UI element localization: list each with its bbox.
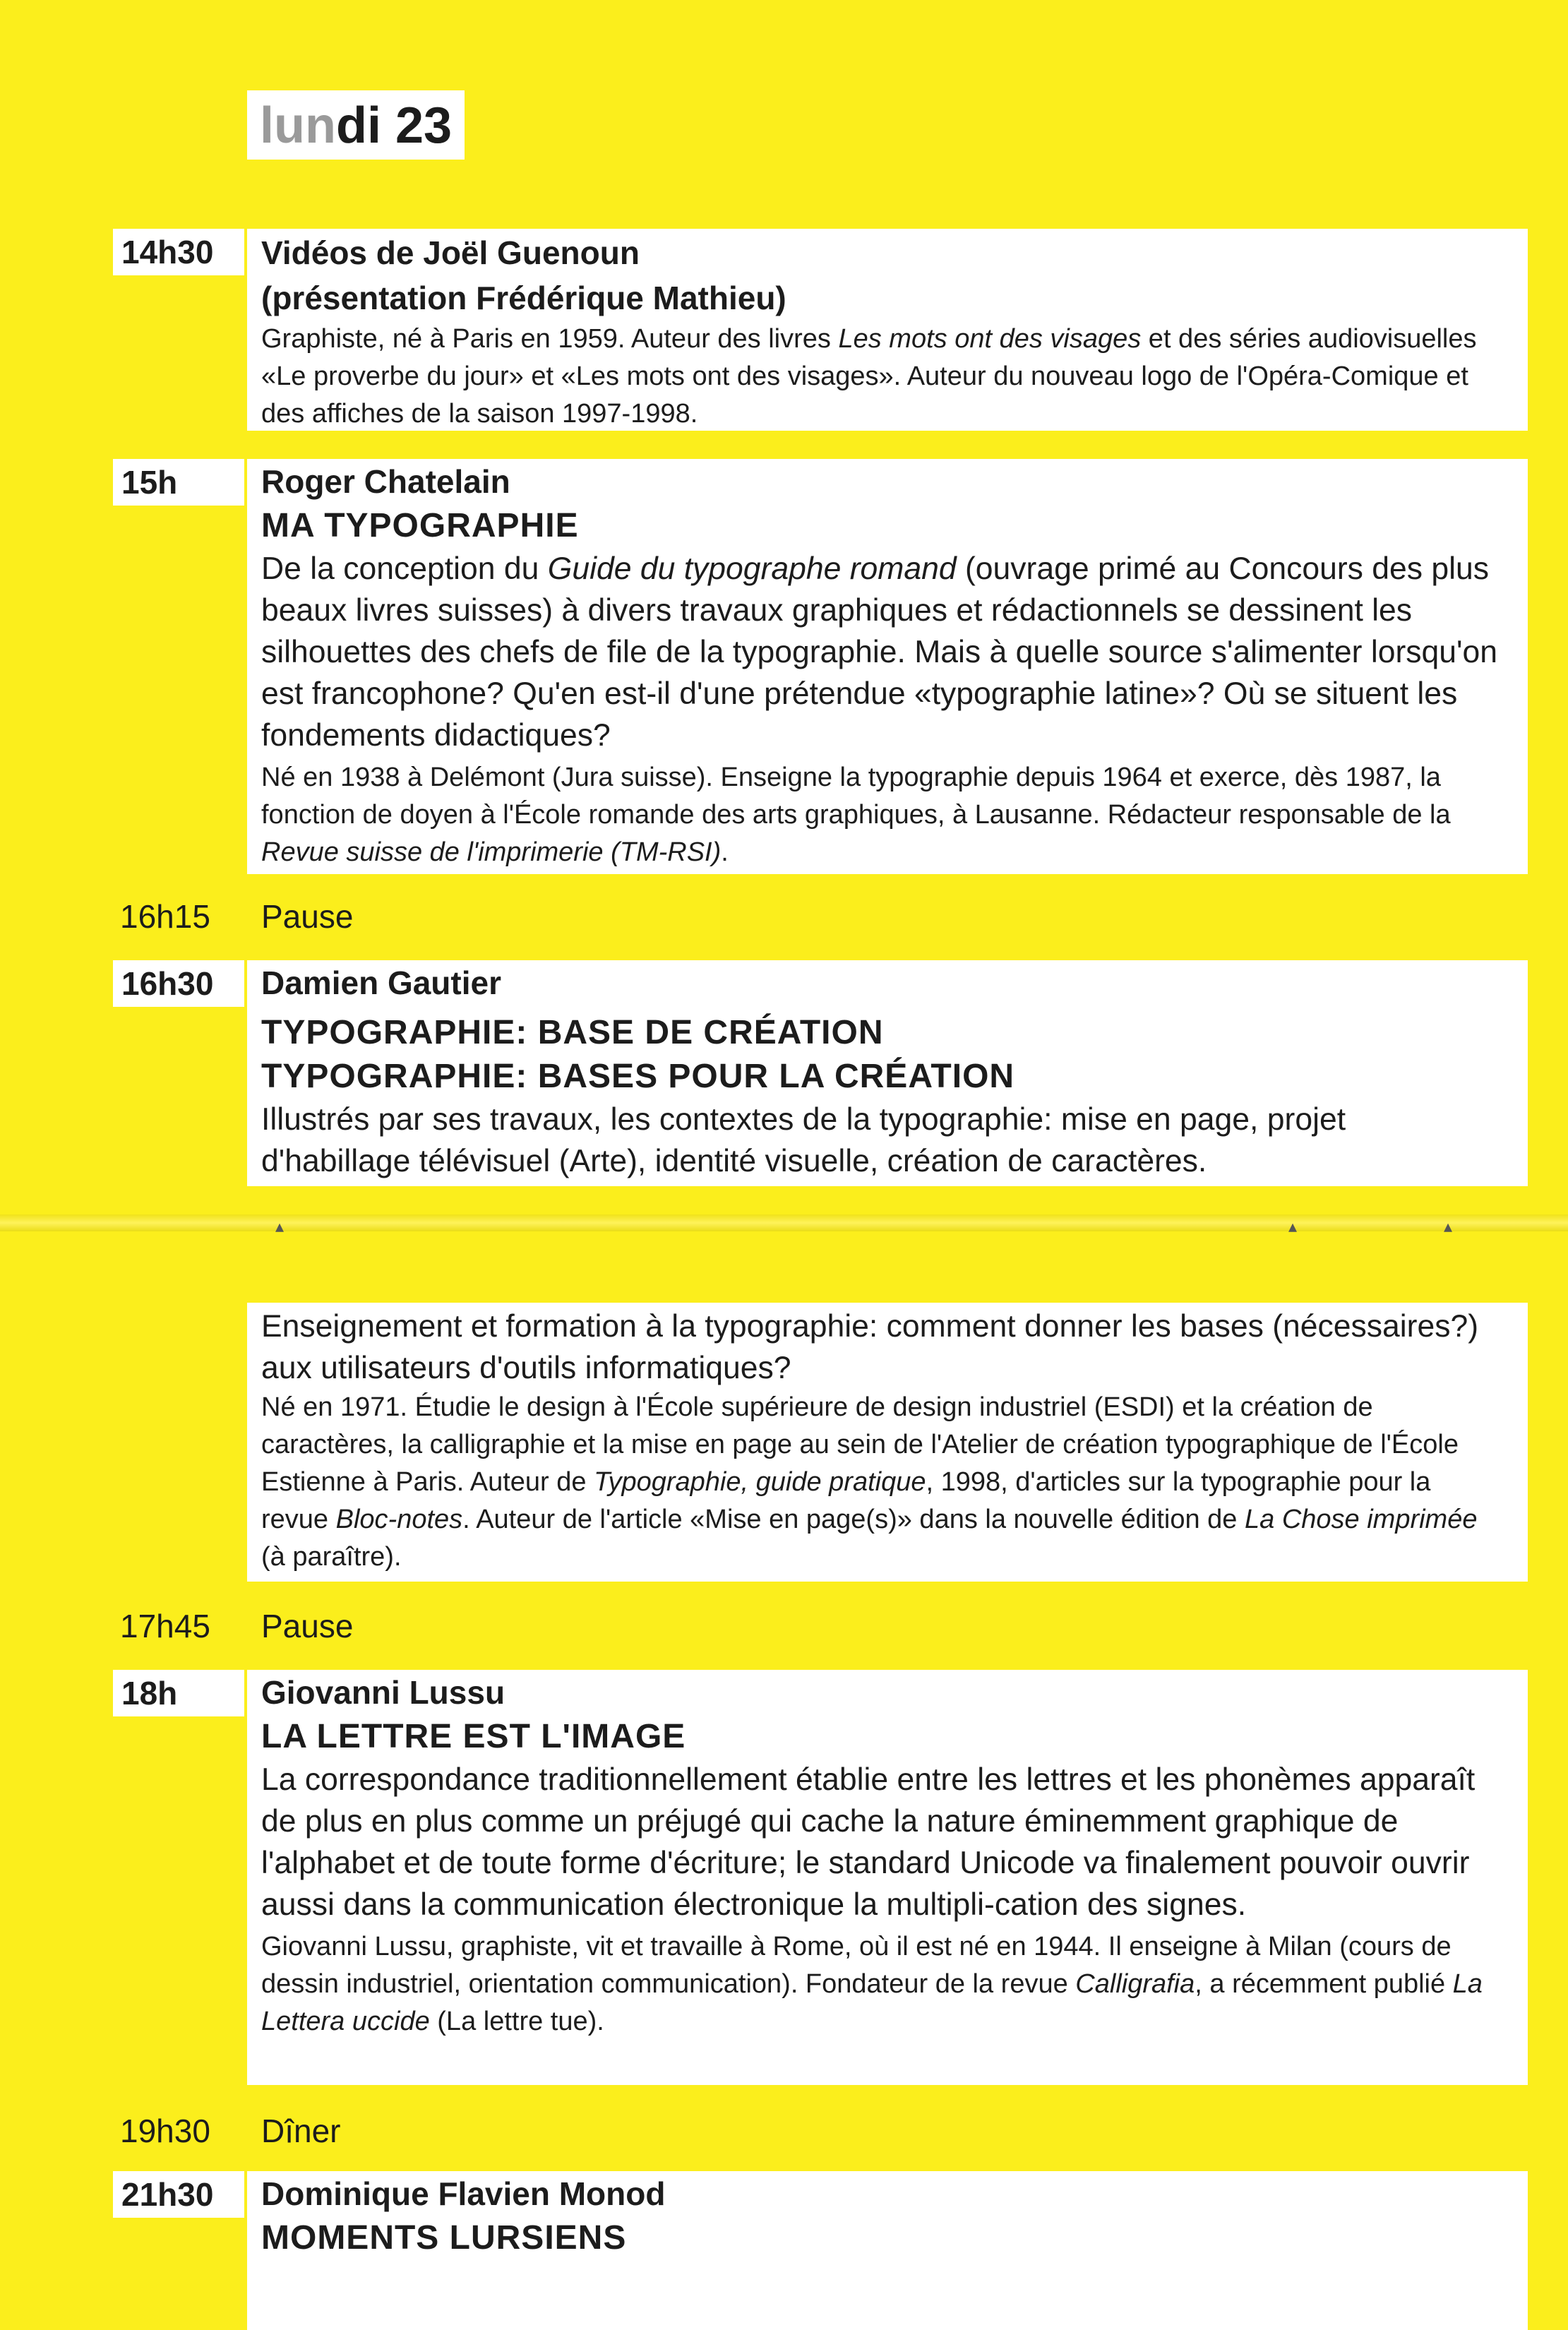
speaker-subtitle: (présentation Frédérique Mathieu): [261, 280, 786, 316]
talk-title: TYPOGRAPHIE: BASE DE CRÉATION: [261, 1014, 884, 1051]
day-heading: lundi 23: [247, 90, 465, 160]
speaker-bio: Né en 1938 à Delémont (Jura suisse). Ens…: [261, 763, 1451, 867]
fold-mark: ▴: [1288, 1217, 1298, 1236]
break-label: Pause: [261, 898, 354, 935]
day-heading-main: di 23: [335, 97, 453, 154]
break-time: 19h30: [120, 2113, 210, 2149]
break-label: Dîner: [261, 2113, 341, 2149]
speaker-name: Roger Chatelain: [261, 463, 510, 500]
break-time: 17h45: [120, 1608, 210, 1644]
time-tag: 21h30: [113, 2171, 244, 2218]
talk-title-alt: TYPOGRAPHIE: BASES POUR LA CRÉATION: [261, 1058, 1015, 1095]
time-tag: 18h: [113, 1670, 244, 1716]
day-heading-faded: lun: [260, 97, 336, 154]
speaker-name: Damien Gautier: [261, 964, 501, 1001]
speaker-name: Dominique Flavien Monod: [261, 2175, 666, 2212]
speaker-name: Vidéos de Joël Guenoun: [261, 234, 640, 271]
speaker-name: Giovanni Lussu: [261, 1674, 505, 1711]
session-box: Damien Gautier TYPOGRAPHIE: BASE DE CRÉA…: [247, 960, 1528, 1186]
talk-abstract-continued: Enseignement et formation à la typograph…: [261, 1309, 1479, 1385]
fold-mark: ▴: [1444, 1217, 1453, 1236]
session-box: Giovanni Lussu LA LETTRE EST L'IMAGE La …: [247, 1670, 1528, 2085]
session-box: Roger Chatelain MA TYPOGRAPHIE De la con…: [247, 459, 1528, 874]
session-box: Vidéos de Joël Guenoun (présentation Fré…: [247, 229, 1528, 431]
time-tag: 15h: [113, 459, 244, 506]
talk-title: LA LETTRE EST L'IMAGE: [261, 1718, 686, 1755]
time-tag: 16h30: [113, 960, 244, 1007]
talk-title: MOMENTS LURSIENS: [261, 2219, 627, 2257]
time-tag: 14h30: [113, 229, 244, 275]
session-box-continued: Enseignement et formation à la typograph…: [247, 1303, 1528, 1582]
talk-abstract: De la conception du Guide du typographe …: [261, 551, 1498, 753]
fold-mark: ▴: [275, 1217, 285, 1236]
paper-fold: [0, 1214, 1568, 1231]
break-label: Pause: [261, 1608, 354, 1644]
session-box: Dominique Flavien Monod MOMENTS LURSIENS: [247, 2171, 1528, 2330]
talk-abstract: La correspondance traditionnellement éta…: [261, 1762, 1476, 1922]
speaker-bio: Graphiste, né à Paris en 1959. Auteur de…: [261, 324, 1477, 429]
break-time: 16h15: [120, 898, 210, 935]
talk-abstract: Illustrés par ses travaux, les contextes…: [261, 1102, 1346, 1178]
talk-title: MA TYPOGRAPHIE: [261, 507, 579, 544]
speaker-bio: Giovanni Lussu, graphiste, vit et travai…: [261, 1932, 1483, 2036]
speaker-bio: Né en 1971. Étudie le design à l'École s…: [261, 1392, 1478, 1572]
